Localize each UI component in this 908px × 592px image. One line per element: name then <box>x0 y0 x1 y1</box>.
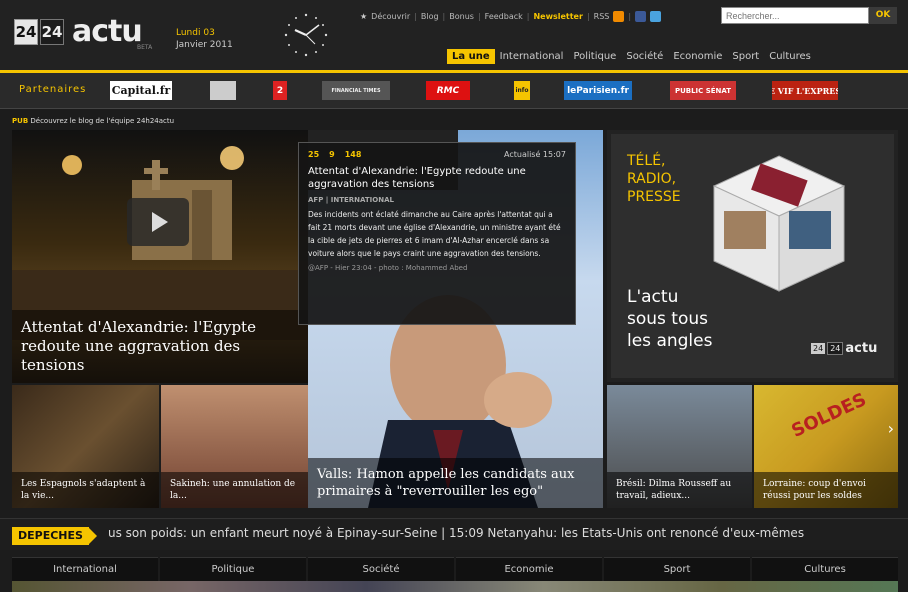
partner-publicsenat[interactable]: PUBLIC SÉNAT <box>670 81 736 100</box>
pub-tag: PUB <box>12 117 29 125</box>
partners-bar: Partenaires Capital.fr 2 FINANCIAL TIMES… <box>0 73 908 109</box>
logo-24-left: 24 <box>14 18 38 45</box>
story-stats: 25 9 148 Actualisé 15:07 <box>308 150 566 159</box>
story-hover-card[interactable]: 25 9 148 Actualisé 15:07 Attentat d'Alex… <box>298 142 576 325</box>
partner-france2[interactable]: 2 <box>273 81 287 100</box>
main-story-caption[interactable]: Attentat d'Alexandrie: l'Egypte redoute … <box>12 310 308 383</box>
pub-banner[interactable]: PUB Découvrez le blog de l'équipe 24h24a… <box>12 117 174 125</box>
news-ticker: DEPECHES us son poids: un enfant meurt n… <box>0 518 908 550</box>
promo-bottom-text: L'actu sous tous les angles <box>627 287 713 351</box>
promo-logo-word: actu <box>845 341 878 356</box>
partner-europe1-icon[interactable] <box>210 81 236 100</box>
date-display: Lundi 03 Janvier 2011 <box>176 27 233 51</box>
pub-text: Découvrez le blog de l'équipe 24h24actu <box>30 117 175 125</box>
center-story-caption[interactable]: Valls: Hamon appelle les candidats aux p… <box>308 458 603 508</box>
site-logo[interactable]: 24 24 actu <box>14 14 143 49</box>
main-nav: La une International Politique Société E… <box>447 49 816 64</box>
link-feedback[interactable]: Feedback <box>485 12 523 21</box>
promo-top-text: TÉLÉ, RADIO, PRESSE <box>627 153 681 205</box>
cube-image <box>712 155 846 292</box>
clock-icon <box>284 13 328 57</box>
link-decouvrir[interactable]: Découvrir <box>371 12 410 21</box>
link-rss[interactable]: RSS <box>594 12 610 21</box>
play-icon <box>152 212 168 232</box>
search-input[interactable] <box>721 7 869 24</box>
play-button[interactable] <box>127 198 189 246</box>
link-blog[interactable]: Blog <box>421 12 439 21</box>
tab-politique[interactable]: Politique <box>568 49 621 64</box>
promo-tile[interactable]: TÉLÉ, RADIO, PRESSE L'actu sous tous les… <box>607 130 898 382</box>
rss-icon[interactable] <box>613 11 625 22</box>
top-links: ★ Découvrir | Blog | Bonus | Feedback | News… <box>360 11 662 22</box>
ticker-text[interactable]: us son poids: un enfant meurt noyé à Epi… <box>108 526 898 546</box>
partner-info[interactable]: info <box>514 81 530 100</box>
tab-sport[interactable]: Sport <box>727 49 764 64</box>
category-bar: International Politique Société Economie… <box>12 557 898 581</box>
story-tile-spain[interactable]: Les Espagnols s'adaptent à la vie... <box>12 385 159 508</box>
story-spain-caption[interactable]: Les Espagnols s'adaptent à la vie... <box>12 472 159 508</box>
hover-credit: @AFP - Hier 23:04 - photo : Mohammed Abe… <box>308 264 468 272</box>
logo-beta: BETA <box>137 44 153 51</box>
hover-body: Des incidents ont éclaté dimanche au Cai… <box>308 210 561 258</box>
story-lorraine-caption[interactable]: Lorraine: coup d'envoi réussi pour les s… <box>754 472 898 508</box>
likes-count: 9 <box>329 150 335 159</box>
date-day: Lundi 03 <box>176 28 215 38</box>
facebook-icon[interactable] <box>635 11 647 22</box>
hover-title[interactable]: Attentat d'Alexandrie: l'Egypte redoute … <box>308 165 566 191</box>
story-tile-sakineh[interactable]: Sakineh: une annulation de la... <box>161 385 308 508</box>
tab-societe[interactable]: Société <box>621 49 668 64</box>
ticker-label: DEPECHES <box>12 527 89 545</box>
twitter-icon[interactable] <box>650 11 662 22</box>
category-societe[interactable]: Société <box>308 557 454 581</box>
partner-rmc[interactable]: RMC <box>426 81 470 100</box>
link-bonus[interactable]: Bonus <box>449 12 474 21</box>
category-thumbnails <box>12 581 898 592</box>
next-arrow-icon[interactable]: › <box>888 419 894 438</box>
category-international[interactable]: International <box>12 557 158 581</box>
date-month: Janvier 2011 <box>176 40 233 50</box>
category-economie[interactable]: Economie <box>456 557 602 581</box>
star-icon: ★ <box>360 12 368 21</box>
views-count: 148 <box>344 150 362 159</box>
partner-levif[interactable]: LE VIF L'EXPRESS <box>772 81 838 100</box>
story-sakineh-caption[interactable]: Sakineh: une annulation de la... <box>161 472 308 508</box>
link-newsletter[interactable]: Newsletter <box>533 12 582 21</box>
story-tile-bresil[interactable]: Brésil: Dilma Rousseff au travail, adieu… <box>607 385 752 508</box>
main-story-tile[interactable]: Attentat d'Alexandrie: l'Egypte redoute … <box>12 130 308 383</box>
soldes-sign: SOLDES <box>788 389 870 442</box>
story-tile-lorraine[interactable]: SOLDES › Lorraine: coup d'envoi réussi p… <box>754 385 898 508</box>
category-sport[interactable]: Sport <box>604 557 750 581</box>
tab-international[interactable]: International <box>495 49 569 64</box>
hover-source: AFP | INTERNATIONAL <box>308 196 394 204</box>
category-politique[interactable]: Politique <box>160 557 306 581</box>
promo-logo: 24 24 actu <box>811 341 878 356</box>
partner-ft[interactable]: FINANCIAL TIMES <box>322 81 390 100</box>
comments-count: 25 <box>308 150 320 159</box>
updated-time: Actualisé 15:07 <box>504 150 566 159</box>
logo-word: actu <box>72 14 143 49</box>
header: 24 24 actu BETA Lundi 03 Janvier 2011 ★ … <box>0 0 908 78</box>
ticker-arrow-icon <box>88 527 97 545</box>
page: { "header": { "logo_left": "24", "logo_r… <box>0 0 908 592</box>
partner-capital[interactable]: Capital.fr <box>110 81 172 100</box>
logo-24-right: 24 <box>40 18 64 45</box>
tab-cultures[interactable]: Cultures <box>764 49 816 64</box>
partners-label: Partenaires <box>19 84 87 95</box>
category-cultures[interactable]: Cultures <box>752 557 898 581</box>
tab-economie[interactable]: Economie <box>668 49 727 64</box>
partner-leparisien[interactable]: leParisien.fr <box>564 81 632 100</box>
story-bresil-caption[interactable]: Brésil: Dilma Rousseff au travail, adieu… <box>607 472 752 508</box>
tab-la-une[interactable]: La une <box>447 49 495 64</box>
search-button[interactable]: OK <box>869 7 897 24</box>
